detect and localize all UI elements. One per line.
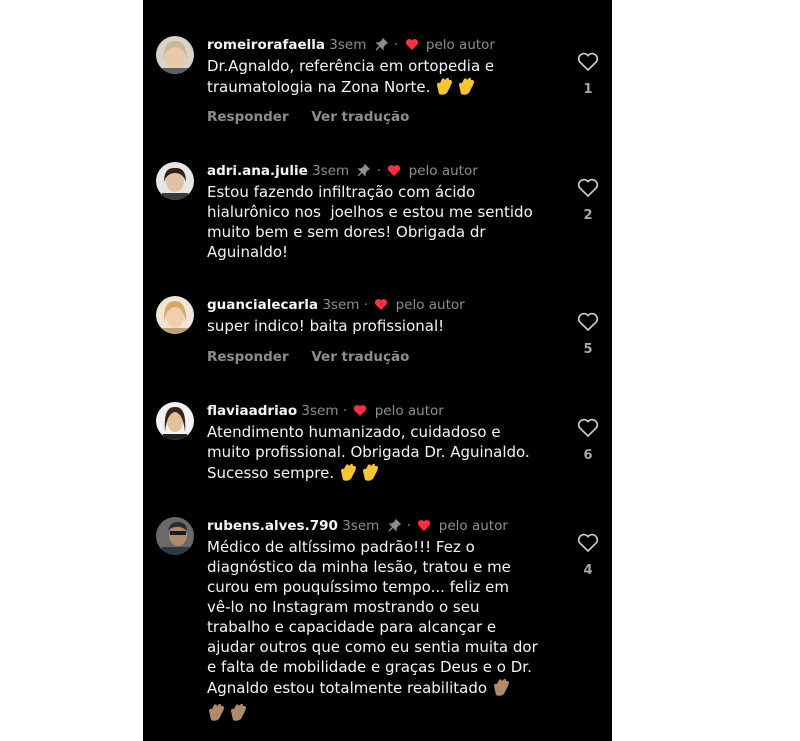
separator-dot: · — [406, 518, 412, 534]
see-translation-button[interactable]: Ver tradução — [311, 109, 409, 125]
like-count: 1 — [583, 82, 593, 97]
clapping-hands-emoji — [492, 677, 514, 702]
comment-time: 3sem — [329, 37, 367, 53]
like-button[interactable]: 2 — [576, 178, 600, 223]
comment-actions: Responder Ver tradução — [207, 109, 427, 125]
comment-header: adri.ana.julie 3sem · pelo autor — [207, 162, 478, 182]
reply-button[interactable]: Responder — [207, 109, 289, 125]
avatar[interactable] — [156, 402, 194, 440]
pin-icon — [388, 518, 401, 537]
comment-header: flaviaadriao 3sem · pelo autor — [207, 402, 444, 422]
comment-username[interactable]: guancialecarla — [207, 297, 318, 313]
clapping-hands-emoji — [339, 462, 361, 487]
reply-button[interactable]: Responder — [207, 349, 289, 365]
like-count: 6 — [583, 448, 593, 463]
clapping-hands-emoji — [457, 76, 479, 101]
comment-text-content: Médico de altíssimo padrão!!! Fez o diag… — [207, 538, 538, 697]
comment-time: 3sem — [312, 163, 350, 179]
clapping-hands-emoji — [435, 76, 457, 101]
author-liked-label: pelo autor — [395, 297, 465, 313]
clapping-hands-emoji — [229, 702, 251, 727]
comment-text: Atendimento humanizado, cuidadoso e muit… — [207, 422, 557, 487]
separator-dot: · — [376, 163, 382, 179]
see-translation-button[interactable]: Ver tradução — [311, 349, 409, 365]
author-liked-label: pelo autor — [438, 518, 508, 534]
author-heart-icon — [387, 164, 401, 182]
like-button[interactable]: 4 — [576, 533, 600, 578]
like-heart-icon[interactable] — [577, 178, 599, 198]
avatar[interactable] — [156, 36, 194, 74]
author-liked-label: pelo autor — [408, 163, 478, 179]
comment-text: Estou fazendo infiltração com ácido hial… — [207, 183, 533, 261]
comment-text: super indico! baita profissional! — [207, 317, 445, 335]
like-button[interactable]: 5 — [576, 312, 600, 357]
like-count: 4 — [583, 563, 593, 578]
comments-panel: romeirorafaella 3sem · pelo autor Dr.Agn… — [143, 0, 612, 741]
author-heart-icon — [417, 519, 431, 537]
like-count: 5 — [583, 342, 593, 357]
comment-username[interactable]: romeirorafaella — [207, 37, 325, 53]
pin-icon — [375, 37, 388, 56]
separator-dot: · — [342, 403, 348, 419]
comment-username[interactable]: rubens.alves.790 — [207, 518, 338, 534]
author-heart-icon — [405, 38, 419, 56]
comment-time: 3sem — [342, 518, 380, 534]
author-liked-label: pelo autor — [425, 37, 495, 53]
like-heart-icon[interactable] — [577, 52, 599, 72]
comment-text: Médico de altíssimo padrão!!! Fez o diag… — [207, 537, 557, 727]
separator-dot: · — [393, 37, 399, 53]
avatar[interactable] — [156, 517, 194, 555]
comment-time: 3sem — [322, 297, 360, 313]
like-count: 2 — [583, 208, 593, 223]
avatar[interactable] — [156, 162, 194, 200]
comment-header: romeirorafaella 3sem · pelo autor — [207, 36, 495, 56]
like-heart-icon[interactable] — [577, 533, 599, 553]
comment-actions: Responder Ver tradução — [207, 349, 427, 365]
pin-icon — [357, 163, 371, 182]
comment-header: guancialecarla 3sem · pelo autor — [207, 296, 465, 316]
like-button[interactable]: 6 — [576, 418, 600, 463]
author-liked-label: pelo autor — [374, 403, 444, 419]
comment-username[interactable]: adri.ana.julie — [207, 163, 308, 179]
clapping-hands-emoji — [361, 462, 383, 487]
author-heart-icon — [374, 298, 388, 316]
like-button[interactable]: 1 — [576, 52, 600, 97]
comment-time: 3sem — [301, 403, 339, 419]
author-heart-icon — [353, 404, 367, 422]
comment-username[interactable]: flaviaadriao — [207, 403, 297, 419]
comment-header: rubens.alves.790 3sem · pelo autor — [207, 517, 508, 537]
avatar[interactable] — [156, 296, 194, 334]
clapping-hands-emoji — [207, 702, 229, 727]
like-heart-icon[interactable] — [577, 418, 599, 438]
like-heart-icon[interactable] — [577, 312, 599, 332]
separator-dot: · — [363, 297, 369, 313]
comment-text: Dr.Agnaldo, referência em ortopedia e tr… — [207, 56, 557, 101]
